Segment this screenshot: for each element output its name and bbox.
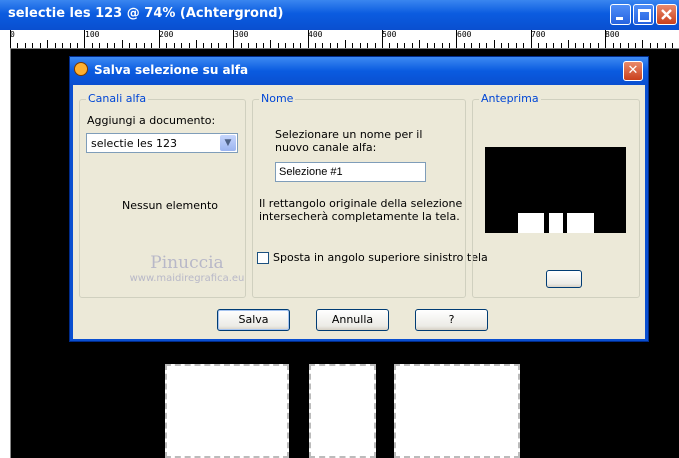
- maximize-button[interactable]: [633, 4, 654, 25]
- ruler-label: 800: [605, 30, 620, 39]
- ruler-label: 0: [10, 30, 15, 39]
- document-select-value: selectie les 123: [91, 137, 178, 150]
- name-group: Nome Selezionare un nome per il nuovo ca…: [252, 92, 488, 298]
- ruler-label: 600: [457, 30, 472, 39]
- ruler-label: 500: [382, 30, 397, 39]
- ruler-label: 100: [85, 30, 100, 39]
- vertical-ruler[interactable]: [0, 48, 11, 458]
- name-prompt-line2: nuovo canale alfa:: [275, 141, 377, 154]
- preview-options-button[interactable]: [546, 270, 582, 288]
- save-button[interactable]: Salva: [217, 309, 290, 331]
- help-button[interactable]: ?: [415, 309, 488, 331]
- dialog-body: Canali alfa Aggiungi a documento: select…: [73, 85, 645, 339]
- move-to-corner-label[interactable]: Sposta in angolo superiore sinistro tela: [273, 251, 488, 264]
- close-icon: [661, 9, 672, 20]
- ruler-label: 200: [159, 30, 174, 39]
- group-legend: Anteprima: [479, 92, 541, 105]
- dialog-title: Salva selezione su alfa: [94, 63, 249, 77]
- dialog-titlebar: Salva selezione su alfa ✕: [70, 57, 648, 85]
- watermark-title: Pinuccia: [150, 253, 224, 273]
- minimize-button[interactable]: [610, 4, 631, 25]
- chevron-down-icon: ▼: [220, 135, 236, 151]
- add-to-document-label: Aggiungi a documento:: [87, 114, 216, 127]
- window-title: selectie les 123 @ 74% (Achtergrond): [8, 6, 284, 21]
- dialog-close-button[interactable]: ✕: [623, 61, 643, 81]
- group-legend: Nome: [259, 92, 296, 105]
- watermark: Pinuccia www.maidiregrafica.eu: [125, 253, 249, 284]
- window-titlebar: selectie les 123 @ 74% (Achtergrond): [0, 0, 679, 30]
- group-legend: Canali alfa: [86, 92, 149, 105]
- ruler-label: 700: [531, 30, 546, 39]
- selection-rect: [309, 364, 376, 458]
- document-select[interactable]: selectie les 123 ▼: [86, 133, 238, 153]
- empty-list-text: Nessun elemento: [122, 199, 218, 212]
- watermark-url: www.maidiregrafica.eu: [129, 273, 245, 284]
- ruler-label: 300: [234, 30, 249, 39]
- app-icon: [74, 62, 88, 76]
- info-text-line2: intersecherà completamente la tela.: [259, 210, 460, 223]
- info-text-line1: Il rettangolo originale della selezione: [259, 197, 463, 210]
- preview-selection: [518, 213, 544, 233]
- window-close-button[interactable]: [656, 4, 677, 25]
- preview-image: [485, 147, 626, 233]
- channel-name-input[interactable]: [275, 162, 426, 182]
- preview-group: Anteprima: [472, 92, 640, 298]
- ruler-label: 400: [308, 30, 323, 39]
- cancel-button[interactable]: Annulla: [316, 309, 389, 331]
- selection-rect: [394, 364, 520, 458]
- save-selection-dialog: Salva selezione su alfa ✕ Canali alfa Ag…: [69, 56, 649, 342]
- name-prompt-line1: Selezionare un nome per il: [275, 128, 423, 141]
- selection-rect: [165, 364, 289, 458]
- preview-selection: [549, 213, 563, 233]
- move-to-corner-checkbox[interactable]: [257, 252, 269, 264]
- preview-selection: [567, 213, 594, 233]
- ruler-ticks: [10, 30, 673, 48]
- horizontal-ruler[interactable]: 0 100 200 300 400 500 600 700 800: [0, 30, 679, 49]
- close-icon: ✕: [627, 63, 639, 78]
